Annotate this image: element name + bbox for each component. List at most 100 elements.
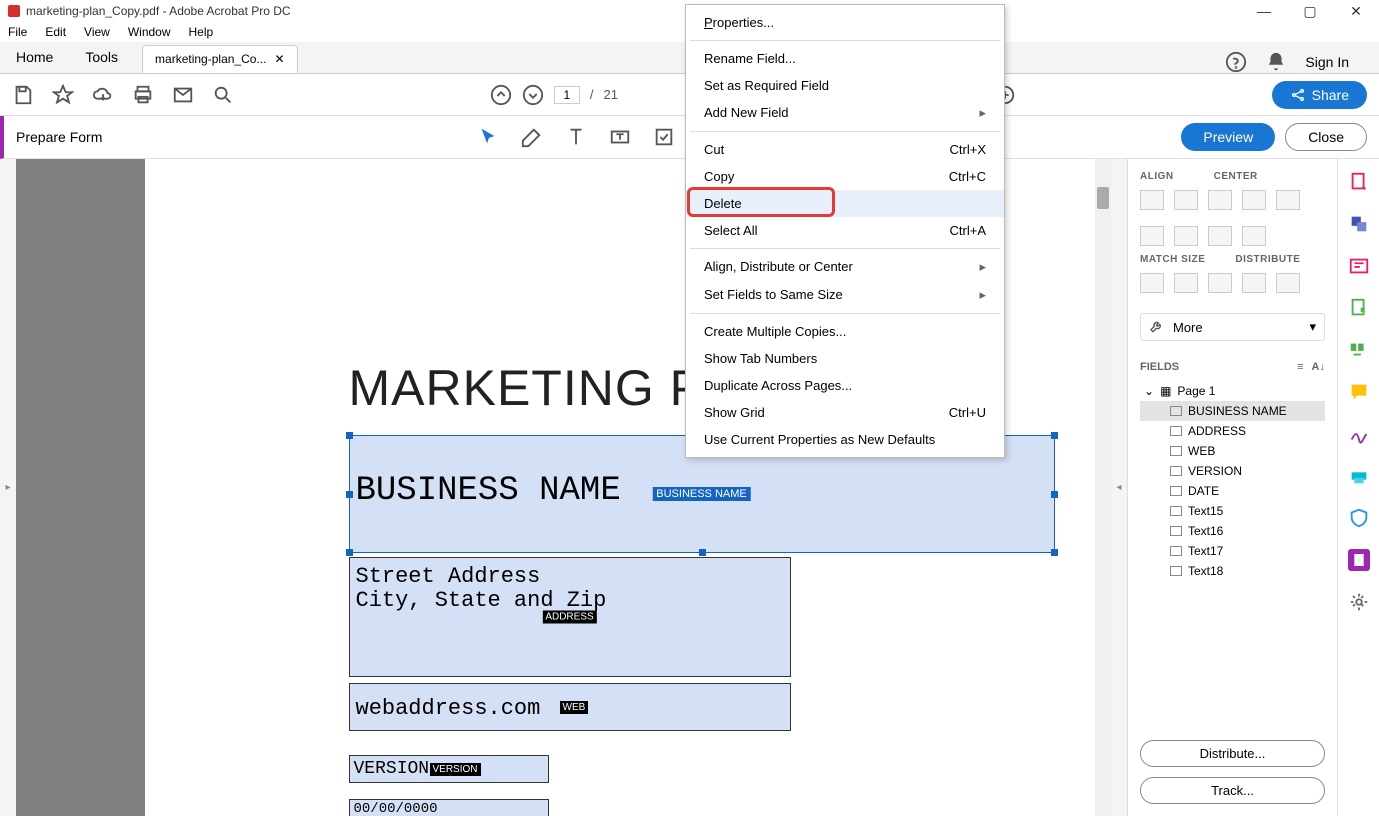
comment-icon[interactable] xyxy=(1348,381,1370,403)
menu-window[interactable]: Window xyxy=(128,25,171,39)
center-v-button[interactable] xyxy=(1276,190,1300,210)
tree-field-text17[interactable]: Text17 xyxy=(1140,541,1325,561)
menu-align-distribute[interactable]: Align, Distribute or Center▸ xyxy=(686,253,1004,281)
menu-show-grid[interactable]: Show GridCtrl+U xyxy=(686,399,1004,426)
menu-cut[interactable]: CutCtrl+X xyxy=(686,136,1004,163)
menu-rename-field[interactable]: Rename Field... xyxy=(686,45,1004,72)
match-height-button[interactable] xyxy=(1174,273,1198,293)
distribute-button[interactable]: Distribute... xyxy=(1140,740,1325,767)
prepare-form-icon[interactable] xyxy=(1348,549,1370,571)
form-field-date[interactable]: 00/00/0000 xyxy=(349,799,549,816)
menu-view[interactable]: View xyxy=(84,25,110,39)
address-city: City, State and Zip xyxy=(356,588,607,613)
sign-in-link[interactable]: Sign In xyxy=(1305,54,1349,70)
select-tool-icon[interactable] xyxy=(477,126,499,148)
left-collapse-handle[interactable]: ▸ xyxy=(0,159,16,816)
save-icon[interactable] xyxy=(12,84,34,106)
match-both-button[interactable] xyxy=(1208,273,1232,293)
text-field-icon[interactable] xyxy=(565,126,587,148)
checkbox-icon[interactable] xyxy=(653,126,675,148)
edit-pdf-icon[interactable] xyxy=(1348,255,1370,277)
sign-icon[interactable] xyxy=(1348,423,1370,445)
menu-create-copies[interactable]: Create Multiple Copies... xyxy=(686,318,1004,345)
help-icon[interactable] xyxy=(1225,51,1247,73)
align-right-button[interactable] xyxy=(1208,190,1232,210)
track-button[interactable]: Track... xyxy=(1140,777,1325,804)
center-h-button[interactable] xyxy=(1242,190,1266,210)
match-width-button[interactable] xyxy=(1140,273,1164,293)
distribute-v-button[interactable] xyxy=(1276,273,1300,293)
tree-field-date[interactable]: DATE xyxy=(1140,481,1325,501)
close-window-button[interactable]: ✕ xyxy=(1333,0,1379,22)
minimize-button[interactable]: — xyxy=(1241,0,1287,22)
combine-icon[interactable] xyxy=(1348,213,1370,235)
create-pdf-icon[interactable] xyxy=(1348,171,1370,193)
menu-same-size[interactable]: Set Fields to Same Size▸ xyxy=(686,281,1004,309)
tree-field-text18[interactable]: Text18 xyxy=(1140,561,1325,581)
tab-home[interactable]: Home xyxy=(0,41,69,73)
menu-show-tab-numbers[interactable]: Show Tab Numbers xyxy=(686,345,1004,372)
menu-use-current-defaults[interactable]: Use Current Properties as New Defaults xyxy=(686,426,1004,453)
more-tools-icon[interactable] xyxy=(1348,591,1370,613)
edit-tool-icon[interactable] xyxy=(521,126,543,148)
vertical-scrollbar[interactable] xyxy=(1095,159,1111,816)
star-icon[interactable] xyxy=(52,84,74,106)
tree-field-version[interactable]: VERSION xyxy=(1140,461,1325,481)
menu-delete[interactable]: Delete xyxy=(686,190,1004,217)
search-icon[interactable] xyxy=(212,84,234,106)
menu-help[interactable]: Help xyxy=(189,25,214,39)
web-text: webaddress.com xyxy=(356,696,541,721)
align-bottom-button[interactable] xyxy=(1208,226,1232,246)
page-up-icon[interactable] xyxy=(490,84,512,106)
more-dropdown[interactable]: More ▾ xyxy=(1140,313,1325,341)
fields-sort-icon[interactable]: ≡ xyxy=(1297,361,1303,373)
scrollbar-thumb[interactable] xyxy=(1097,187,1109,209)
tree-field-business-name[interactable]: BUSINESS NAME xyxy=(1140,401,1325,421)
form-field-version[interactable]: VERSION VERSION xyxy=(349,755,549,783)
cloud-icon[interactable] xyxy=(92,84,114,106)
tree-field-text16[interactable]: Text16 xyxy=(1140,521,1325,541)
align-top-button[interactable] xyxy=(1140,226,1164,246)
bell-icon[interactable] xyxy=(1265,51,1287,73)
form-field-web[interactable]: webaddress.com WEB xyxy=(349,683,791,731)
distribute-h-button[interactable] xyxy=(1242,273,1266,293)
right-collapse-handle[interactable]: ◂ xyxy=(1111,159,1127,816)
page-number-input[interactable] xyxy=(554,86,580,104)
tab-tools[interactable]: Tools xyxy=(69,41,134,73)
distribute-section-title: DISTRIBUTE xyxy=(1235,254,1300,265)
preview-button[interactable]: Preview xyxy=(1181,123,1275,151)
align-center-h-button[interactable] xyxy=(1174,190,1198,210)
text-box-icon[interactable] xyxy=(609,126,631,148)
menu-set-required[interactable]: Set as Required Field xyxy=(686,72,1004,99)
fields-tree: ⌄ ▦ Page 1 BUSINESS NAME ADDRESS WEB VER… xyxy=(1140,381,1325,581)
organize-icon[interactable] xyxy=(1348,339,1370,361)
export-icon[interactable] xyxy=(1348,297,1370,319)
tree-field-address[interactable]: ADDRESS xyxy=(1140,421,1325,441)
menu-properties[interactable]: Properties... xyxy=(686,9,1004,36)
share-button[interactable]: Share xyxy=(1272,81,1367,109)
menu-duplicate-pages[interactable]: Duplicate Across Pages... xyxy=(686,372,1004,399)
print-icon[interactable] xyxy=(132,84,154,106)
menu-file[interactable]: File xyxy=(8,25,27,39)
page-down-icon[interactable] xyxy=(522,84,544,106)
align-left-button[interactable] xyxy=(1140,190,1164,210)
maximize-button[interactable]: ▢ xyxy=(1287,0,1333,22)
menu-edit[interactable]: Edit xyxy=(45,25,66,39)
page-icon: ▦ xyxy=(1160,384,1171,398)
fields-az-icon[interactable]: A↓ xyxy=(1312,361,1325,373)
tree-field-web[interactable]: WEB xyxy=(1140,441,1325,461)
tree-page-1[interactable]: ⌄ ▦ Page 1 xyxy=(1140,381,1325,401)
menu-select-all[interactable]: Select AllCtrl+A xyxy=(686,217,1004,244)
form-field-address[interactable]: Street Address City, State and Zip ADDRE… xyxy=(349,557,791,677)
protect-icon[interactable] xyxy=(1348,507,1370,529)
tree-field-text15[interactable]: Text15 xyxy=(1140,501,1325,521)
close-tab-icon[interactable]: ✕ xyxy=(274,52,284,66)
close-button[interactable]: Close xyxy=(1285,123,1367,151)
menu-copy[interactable]: CopyCtrl+C xyxy=(686,163,1004,190)
mail-icon[interactable] xyxy=(172,84,194,106)
menu-add-new-field[interactable]: Add New Field▸ xyxy=(686,99,1004,127)
center-both-button[interactable] xyxy=(1242,226,1266,246)
print-production-icon[interactable] xyxy=(1348,465,1370,487)
document-tab[interactable]: marketing-plan_Co... ✕ xyxy=(142,45,297,73)
align-middle-button[interactable] xyxy=(1174,226,1198,246)
